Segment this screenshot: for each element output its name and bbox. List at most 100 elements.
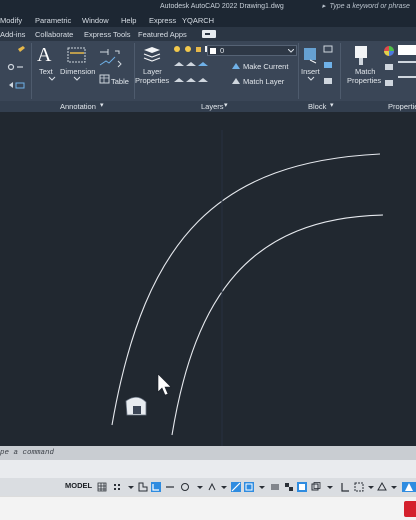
inner-arc-curve — [171, 214, 384, 436]
dropdown-icon[interactable] — [219, 482, 229, 492]
panel-separator — [340, 43, 341, 99]
autocad-window: Autodesk AutoCAD 2022 Drawing1.dwg ▸ Type… — [0, 0, 416, 520]
property-small-icons[interactable] — [384, 63, 394, 91]
match-properties-label-line2[interactable]: Properties — [347, 76, 381, 85]
insert-dropdown-icon[interactable] — [307, 76, 315, 81]
layer-properties-icon[interactable] — [141, 44, 163, 66]
tab-collaborate[interactable]: Collaborate — [35, 30, 73, 39]
panel-separator — [134, 43, 135, 99]
annotation-panel-title[interactable]: Annotation — [60, 102, 96, 111]
chevron-down-icon — [288, 49, 294, 53]
dropdown-icon[interactable] — [389, 482, 399, 492]
panel-separator — [31, 43, 32, 99]
title-bar: Autodesk AutoCAD 2022 Drawing1.dwg ▸ Type… — [0, 0, 416, 14]
color-dropdown[interactable] — [398, 45, 416, 55]
match-properties-label-line1[interactable]: Match — [355, 67, 375, 76]
insert-icon[interactable] — [301, 45, 321, 65]
chevron-down-icon[interactable]: ▾ — [224, 101, 228, 109]
ribbon-tabs: Add-ins Collaborate Express Tools Featur… — [0, 27, 416, 41]
status-bar: MODEL — [0, 478, 416, 496]
snap-mode-icon[interactable] — [112, 482, 122, 492]
layer-dropdown-value: 0 — [220, 46, 225, 55]
make-current-icon — [232, 63, 240, 69]
3d-osnap-icon[interactable] — [311, 482, 321, 492]
search-placeholder: Type a keyword or phrase — [329, 3, 410, 10]
dropdown-icon[interactable] — [366, 482, 376, 492]
properties-panel-title[interactable]: Propertie — [388, 102, 416, 111]
block-panel-title[interactable]: Block — [308, 102, 326, 111]
polar-tracking-icon[interactable] — [180, 482, 190, 492]
model-space-button[interactable]: MODEL — [65, 481, 92, 490]
ortho-mode-icon[interactable] — [165, 482, 175, 492]
gizmo-icon[interactable] — [377, 482, 387, 492]
ribbon-panel-titles: Annotation ▾ Layers ▾ Block ▾ Propertie — [0, 101, 416, 112]
menu-bar: Modify Parametric Window Help Express YQ… — [0, 14, 416, 27]
match-layer-button[interactable]: Match Layer — [243, 77, 284, 86]
tab-add-ins[interactable]: Add-ins — [0, 30, 25, 39]
outer-arc-curve — [111, 153, 381, 426]
color-wheel-icon[interactable] — [383, 45, 395, 57]
isodraft-icon[interactable] — [207, 482, 217, 492]
object-snap-tracking-icon[interactable] — [231, 482, 241, 492]
command-prompt: pe a command — [0, 449, 55, 457]
menu-window[interactable]: Window — [82, 16, 109, 25]
tab-featured-apps[interactable]: Featured Apps — [138, 30, 187, 39]
dimension-dropdown-icon[interactable] — [73, 76, 81, 81]
text-icon[interactable]: A — [37, 45, 55, 65]
grid-toggle-icon[interactable] — [97, 482, 107, 492]
command-line[interactable]: pe a command — [0, 446, 416, 460]
menu-express[interactable]: Express — [149, 16, 176, 25]
layer-color-swatch — [210, 48, 216, 54]
match-properties-icon[interactable] — [353, 44, 371, 66]
menu-yqarch[interactable]: YQARCH — [182, 16, 214, 25]
text-dropdown-icon[interactable] — [48, 76, 56, 81]
panel-separator — [298, 43, 299, 99]
menu-help[interactable]: Help — [121, 16, 136, 25]
dropdown-icon[interactable] — [257, 482, 267, 492]
dropdown-icon[interactable] — [195, 482, 205, 492]
modify-tools-icon[interactable] — [4, 45, 26, 95]
dropdown-icon[interactable] — [126, 482, 136, 492]
ribbon-panel: A Text Dimension Table Layer Properties — [0, 41, 416, 101]
ribbon-minimize-toggle[interactable] — [202, 30, 216, 38]
ucs-marker-icon — [125, 396, 147, 416]
lineweight-dropdown[interactable] — [398, 76, 416, 78]
text-button-label[interactable]: Text — [39, 67, 53, 76]
search-icon: ▸ — [322, 3, 326, 10]
linetype-dropdown[interactable] — [398, 61, 416, 63]
crosshair-cursor-icon — [157, 373, 172, 396]
table-button-label[interactable]: Table — [111, 77, 129, 86]
dropdown-icon[interactable] — [325, 482, 335, 492]
selection-filter-icon[interactable] — [354, 482, 364, 492]
search-box[interactable]: ▸ Type a keyword or phrase — [322, 2, 410, 10]
dimension-icon[interactable] — [66, 45, 88, 65]
layout-tabs-strip — [0, 460, 416, 478]
infer-constraints-icon[interactable] — [138, 482, 148, 492]
chevron-down-icon[interactable]: ▾ — [100, 101, 104, 109]
layer-properties-label-line1[interactable]: Layer — [143, 67, 162, 76]
os-taskbar — [0, 496, 416, 520]
block-small-tools-icon[interactable] — [322, 44, 336, 94]
selection-cycling-icon[interactable] — [297, 482, 307, 492]
drawing-canvas[interactable] — [0, 112, 416, 446]
dynamic-input-icon[interactable] — [151, 482, 161, 492]
dynamic-ucs-icon[interactable] — [340, 482, 350, 492]
chevron-down-icon[interactable]: ▾ — [330, 101, 334, 109]
layer-dropdown[interactable]: 0 — [207, 45, 297, 56]
lineweight-icon[interactable] — [270, 482, 280, 492]
annotation-visibility-icon[interactable] — [402, 482, 416, 492]
match-layer-icon — [232, 78, 240, 84]
autocad-taskbar-icon[interactable] — [404, 501, 416, 517]
insert-button-label[interactable]: Insert — [301, 67, 320, 76]
menu-parametric[interactable]: Parametric — [35, 16, 71, 25]
make-current-button[interactable]: Make Current — [243, 62, 288, 71]
drawing-svg — [111, 130, 384, 446]
menu-modify[interactable]: Modify — [0, 16, 22, 25]
layers-panel-title[interactable]: Layers — [201, 102, 224, 111]
layer-properties-label-line2[interactable]: Properties — [135, 76, 169, 85]
object-snap-icon[interactable] — [244, 482, 254, 492]
app-title: Autodesk AutoCAD 2022 Drawing1.dwg — [160, 3, 284, 10]
transparency-icon[interactable] — [284, 482, 294, 492]
tab-express-tools[interactable]: Express Tools — [84, 30, 131, 39]
dimension-button-label[interactable]: Dimension — [60, 67, 95, 76]
